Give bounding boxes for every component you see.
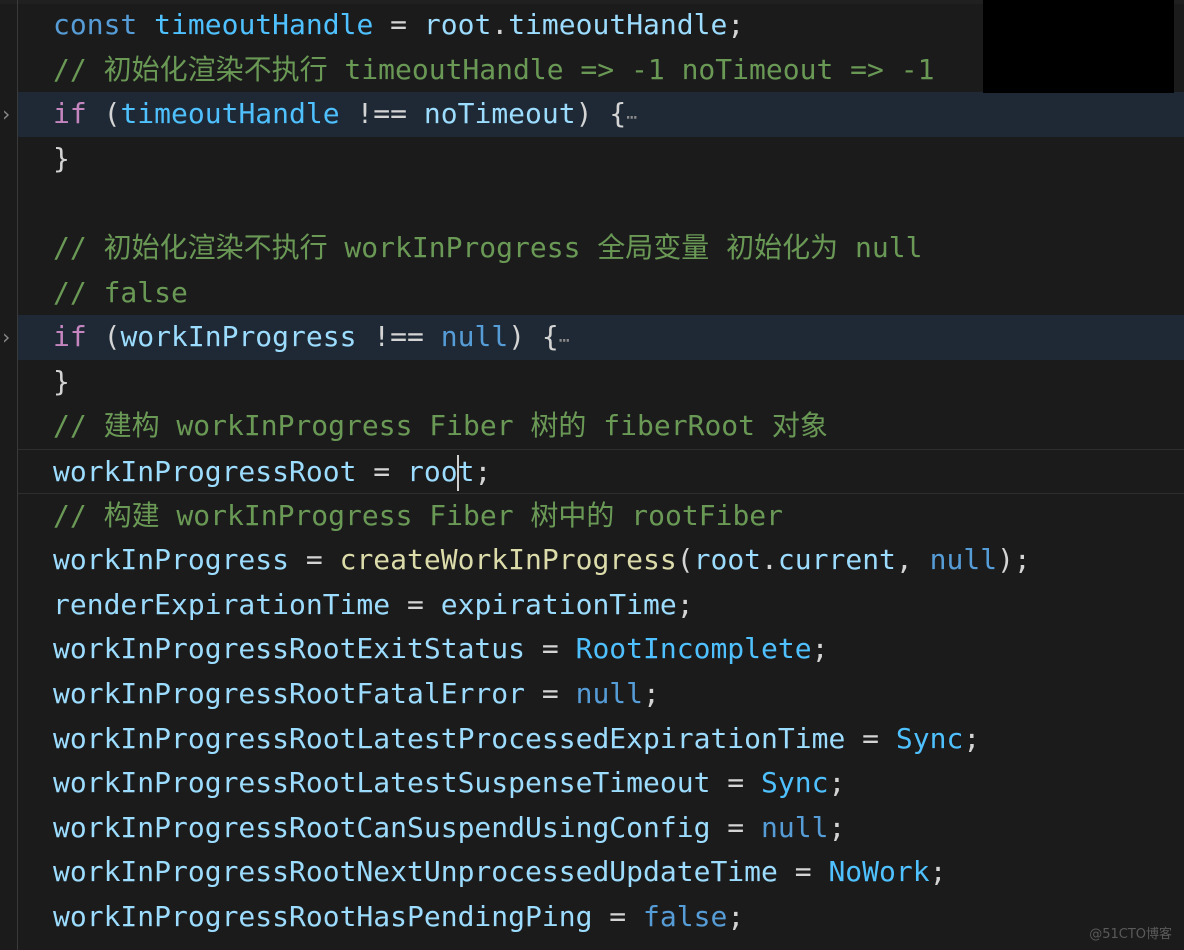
code-token: roo: [407, 455, 458, 488]
folded-code-line[interactable]: ›if (timeoutHandle !== noTimeout) {⋯: [18, 92, 1184, 137]
code-token: =: [289, 543, 340, 576]
code-token: ) {: [576, 97, 627, 130]
code-token: ;: [930, 855, 947, 888]
fold-chevron-icon[interactable]: ›: [0, 315, 14, 360]
code-line[interactable]: // 构建 workInProgress Fiber 树中的 rootFiber: [0, 494, 1184, 539]
code-token: ) {: [508, 320, 559, 353]
code-token: }: [53, 365, 70, 398]
code-token: expirationTime: [441, 588, 677, 621]
code-token: ;: [643, 677, 660, 710]
code-token: =: [373, 8, 424, 41]
code-token: workInProgressRootLatestProcessedExpirat…: [53, 722, 845, 755]
code-token: );: [997, 543, 1031, 576]
code-token: ;: [727, 8, 744, 41]
code-editor[interactable]: const timeoutHandle = root.timeoutHandle…: [0, 3, 1184, 939]
code-token: .: [491, 8, 508, 41]
code-token: null: [576, 677, 643, 710]
code-token: // 构建 workInProgress Fiber 树中的 rootFiber: [53, 499, 783, 532]
code-token: workInProgressRootLatestSuspenseTimeout: [53, 766, 710, 799]
code-token: =: [592, 900, 643, 933]
code-line[interactable]: workInProgressRootLatestProcessedExpirat…: [0, 717, 1184, 762]
code-token: !==: [340, 97, 424, 130]
code-token: =: [390, 588, 441, 621]
code-line[interactable]: }: [0, 360, 1184, 405]
code-line[interactable]: workInProgressRootLatestSuspenseTimeout …: [0, 761, 1184, 806]
fold-chevron-icon[interactable]: ›: [0, 92, 14, 137]
code-token: (: [87, 97, 121, 130]
code-token: =: [710, 811, 761, 844]
code-token: current: [778, 543, 896, 576]
code-token: .: [761, 543, 778, 576]
code-token: (: [677, 543, 694, 576]
code-line[interactable]: }: [0, 137, 1184, 182]
code-token: ;: [727, 900, 744, 933]
code-line[interactable]: // 建构 workInProgress Fiber 树的 fiberRoot …: [0, 404, 1184, 449]
code-token: workInProgressRootFatalError: [53, 677, 525, 710]
code-token: // 初始化渲染不执行 timeoutHandle => -1 noTimeou…: [53, 53, 934, 86]
code-token: root: [694, 543, 761, 576]
code-token: workInProgressRootHasPendingPing: [53, 900, 592, 933]
code-token: =: [778, 855, 829, 888]
code-token: workInProgress: [53, 543, 289, 576]
code-line[interactable]: workInProgressRootHasPendingPing = false…: [0, 895, 1184, 940]
redacted-overlay: [983, 0, 1174, 93]
code-token: false: [643, 900, 727, 933]
code-token: noTimeout: [424, 97, 576, 130]
code-token: ;: [828, 811, 845, 844]
code-token: null: [761, 811, 828, 844]
code-token: =: [525, 632, 576, 665]
code-token: =: [710, 766, 761, 799]
code-token: !==: [356, 320, 440, 353]
code-token: =: [845, 722, 896, 755]
code-token: ,: [896, 543, 930, 576]
watermark: @51CTO博客: [1089, 923, 1172, 942]
code-token: const: [53, 8, 154, 41]
code-token: null: [441, 320, 508, 353]
code-token: workInProgressRoot: [53, 455, 356, 488]
code-line[interactable]: workInProgressRootFatalError = null;: [0, 672, 1184, 717]
code-token: workInProgressRootExitStatus: [53, 632, 525, 665]
code-line[interactable]: workInProgressRootCanSuspendUsingConfig …: [0, 806, 1184, 851]
code-token: // 初始化渲染不执行 workInProgress 全局变量 初始化为 nul…: [53, 231, 922, 264]
code-token: ;: [474, 455, 491, 488]
code-line[interactable]: // 初始化渲染不执行 workInProgress 全局变量 初始化为 nul…: [0, 226, 1184, 271]
folded-code-line[interactable]: ›if (workInProgress !== null) {⋯: [18, 315, 1184, 360]
folded-ellipsis-button[interactable]: ⋯: [626, 107, 637, 128]
code-token: renderExpirationTime: [53, 588, 390, 621]
code-token: workInProgressRootNextUnprocessedUpdateT…: [53, 855, 778, 888]
code-token: =: [356, 455, 407, 488]
code-line[interactable]: workInProgress = createWorkInProgress(ro…: [0, 538, 1184, 583]
code-token: // false: [53, 276, 188, 309]
code-token: Sync: [761, 766, 828, 799]
code-token: NoWork: [828, 855, 929, 888]
code-token: // 建构 workInProgress Fiber 树的 fiberRoot …: [53, 409, 828, 442]
code-token: (: [87, 320, 121, 353]
code-line[interactable]: workInProgressRootNextUnprocessedUpdateT…: [0, 850, 1184, 895]
folded-ellipsis-button[interactable]: ⋯: [559, 330, 570, 351]
code-token: timeoutHandle: [120, 97, 339, 130]
code-token: root: [424, 8, 491, 41]
code-token: =: [525, 677, 576, 710]
code-token: ;: [963, 722, 980, 755]
code-token: ;: [828, 766, 845, 799]
code-token: timeoutHandle: [154, 8, 373, 41]
code-token: Sync: [896, 722, 963, 755]
code-line[interactable]: [0, 181, 1184, 226]
code-line[interactable]: // false: [0, 271, 1184, 316]
code-token: ;: [812, 632, 829, 665]
code-token: null: [930, 543, 997, 576]
code-line[interactable]: workInProgressRootExitStatus = RootIncom…: [0, 627, 1184, 672]
current-code-line[interactable]: workInProgressRoot = root;: [18, 449, 1184, 494]
code-token: workInProgressRootCanSuspendUsingConfig: [53, 811, 710, 844]
code-token: RootIncomplete: [576, 632, 812, 665]
code-token: timeoutHandle: [508, 8, 727, 41]
code-token: createWorkInProgress: [340, 543, 677, 576]
code-line[interactable]: renderExpirationTime = expirationTime;: [0, 583, 1184, 628]
code-token: if: [53, 97, 87, 130]
code-token: ;: [677, 588, 694, 621]
code-token: t: [458, 455, 475, 488]
code-token: }: [53, 142, 70, 175]
code-token: if: [53, 320, 87, 353]
code-token: workInProgress: [120, 320, 356, 353]
